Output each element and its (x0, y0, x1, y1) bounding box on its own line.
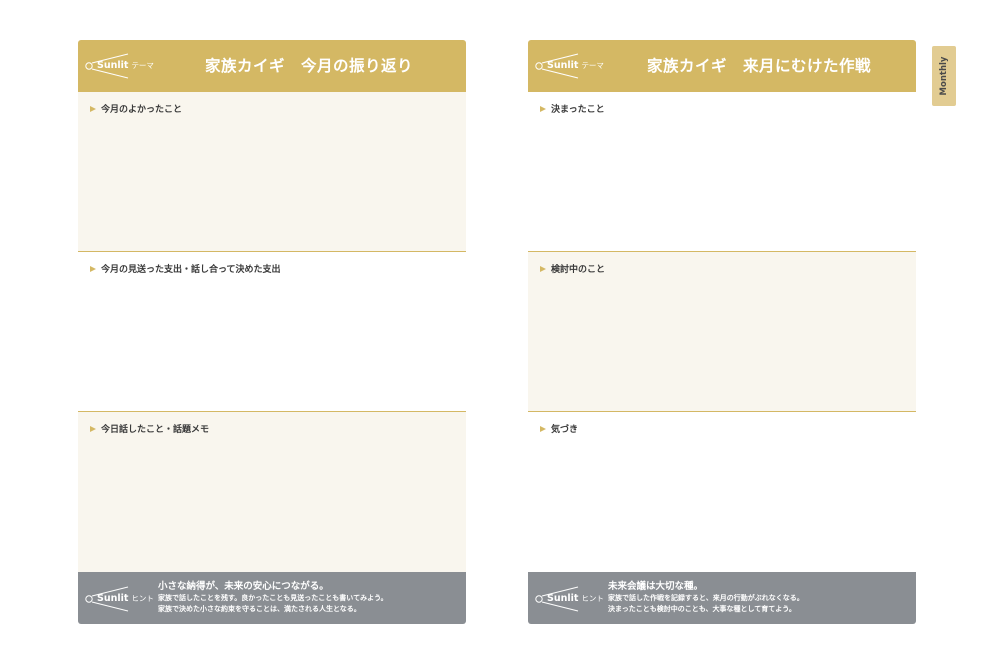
hint-line: 家族で決めた小さな約束を守ることは、満たされる人生となる。 (158, 605, 361, 613)
logo-brand: Sunlit (547, 593, 579, 604)
sunlit-hint-logo: Sunlit ヒント (84, 584, 156, 614)
hint-footer: Sunlit ヒント 未来会議は大切な種。 家族で話した作戦を記録すると、来月の行… (528, 572, 916, 624)
logo-brand: Sunlit (97, 60, 129, 71)
monthly-index-tab[interactable]: Monthly (932, 46, 956, 106)
triangle-bullet-icon (90, 105, 96, 112)
hint-headline: 未来会議は大切な種。 (608, 581, 704, 592)
triangle-bullet-icon (540, 105, 546, 112)
triangle-bullet-icon (90, 265, 96, 272)
page-title: 家族カイギ 来月にむけた作戦 (646, 57, 871, 75)
right-page: Sunlit テーマ 家族カイギ 来月にむけた作戦 決まったこと 検討中のこと 気… (528, 40, 916, 624)
writing-area-under-review[interactable]: 検討中のこと (528, 252, 916, 412)
logo-sub: テーマ (581, 61, 604, 70)
triangle-bullet-icon (540, 425, 546, 432)
logo-brand: Sunlit (547, 60, 579, 71)
left-page: Sunlit テーマ 家族カイギ 今月の振り返り 今月のよかったこと 今月の見送っ… (78, 40, 466, 624)
logo-sub: ヒント (581, 594, 604, 603)
logo-sub: テーマ (131, 61, 154, 70)
hint-line: 家族で話した作戦を記録すると、来月の行動がぶれなくなる。 (608, 594, 804, 602)
sunlit-logo: Sunlit テーマ (84, 51, 156, 81)
tab-label: Monthly (939, 56, 949, 96)
writing-area-topics[interactable]: 今日話したこと・話題メモ (78, 412, 466, 572)
hint-line: 家族で話したことを残す。良かったことも見送ったことも書いてみよう。 (158, 594, 388, 602)
logo-brand: Sunlit (97, 593, 129, 604)
triangle-bullet-icon (90, 425, 96, 432)
writing-area-good-things[interactable]: 今月のよかったこと (78, 92, 466, 252)
triangle-bullet-icon (540, 265, 546, 272)
section-label: 今月のよかったこと (101, 105, 183, 115)
section-label: 今日話したこと・話題メモ (101, 425, 210, 435)
section-label: 決まったこと (551, 105, 605, 115)
hint-footer: Sunlit ヒント 小さな納得が、未来の安心につながる。 家族で話したことを残す… (78, 572, 466, 624)
sunlit-hint-logo: Sunlit ヒント (534, 584, 606, 614)
page-header: Sunlit テーマ 家族カイギ 今月の振り返り (78, 40, 466, 92)
page-title: 家族カイギ 今月の振り返り (204, 57, 413, 75)
page-header: Sunlit テーマ 家族カイギ 来月にむけた作戦 (528, 40, 916, 92)
sunlit-logo: Sunlit テーマ (534, 51, 606, 81)
section-label: 今月の見送った支出・話し合って決めた支出 (101, 265, 281, 275)
logo-sub: ヒント (131, 594, 154, 603)
section-label: 気づき (551, 425, 579, 435)
writing-area-expenses[interactable]: 今月の見送った支出・話し合って決めた支出 (78, 252, 466, 412)
hint-line: 決まったことも検討中のことも、大事な種として育てよう。 (608, 605, 796, 613)
writing-area-decided[interactable]: 決まったこと (528, 92, 916, 252)
hint-headline: 小さな納得が、未来の安心につながる。 (158, 581, 329, 592)
section-label: 検討中のこと (551, 265, 606, 275)
writing-area-insights[interactable]: 気づき (528, 412, 916, 572)
